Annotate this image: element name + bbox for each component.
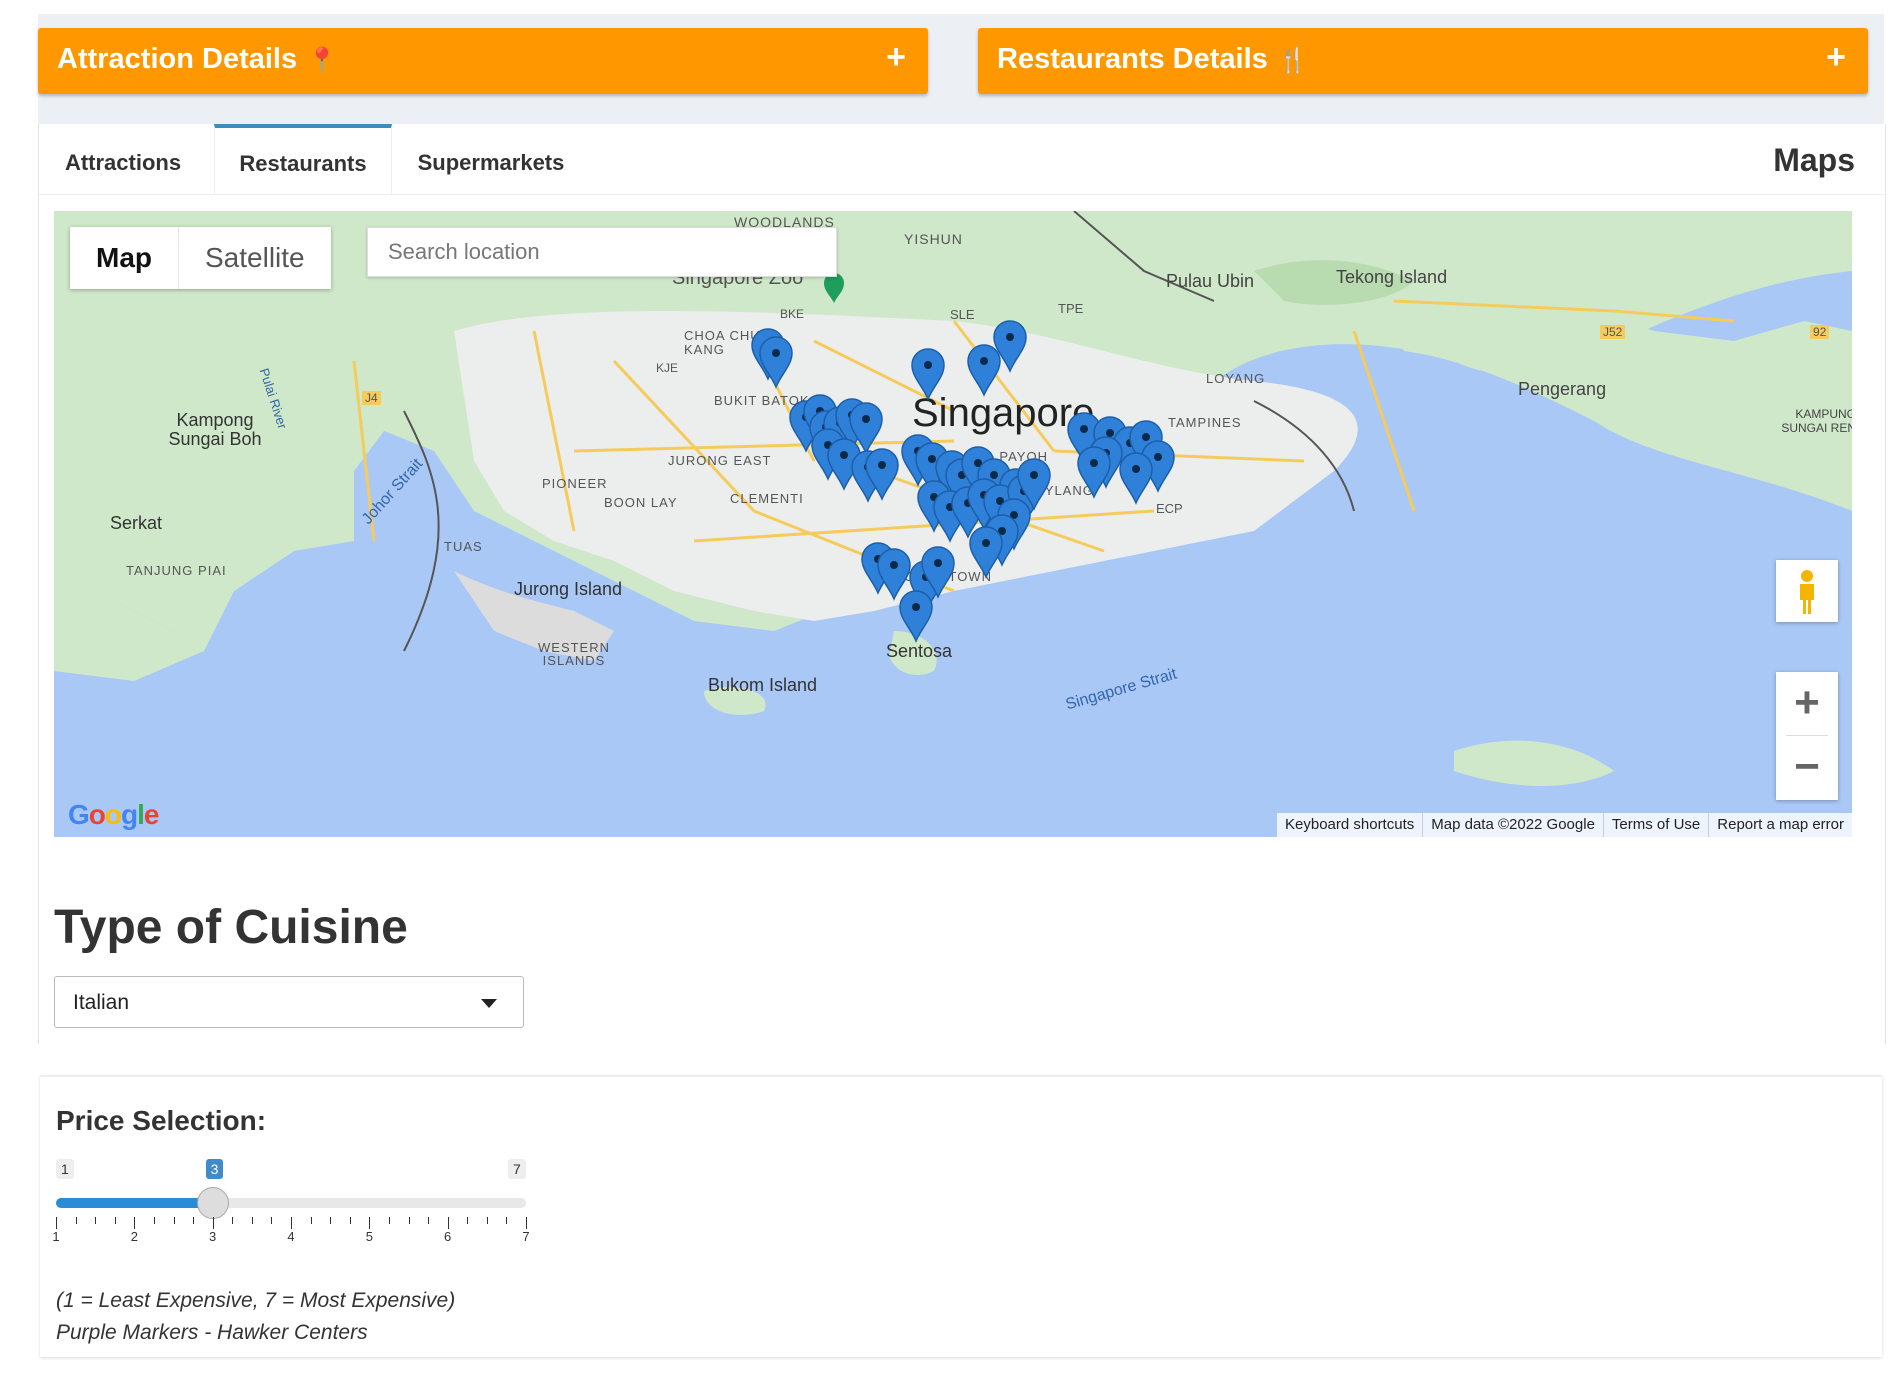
slider-tick	[134, 1217, 136, 1229]
expand-attraction-button[interactable]: +	[886, 38, 906, 77]
restaurant-marker-icon[interactable]	[1077, 446, 1111, 499]
slider-tick-label: 5	[365, 1229, 373, 1244]
slider-tick	[251, 1217, 253, 1224]
zoo-marker-icon[interactable]	[824, 273, 844, 303]
slider-tick	[486, 1217, 488, 1224]
slider-tick-label: 1	[52, 1229, 60, 1244]
slider-tick	[75, 1217, 77, 1224]
slider-tick	[95, 1217, 97, 1224]
cuisine-heading: Type of Cuisine	[54, 901, 408, 954]
slider-tick-label: 4	[287, 1229, 295, 1244]
pegman-icon[interactable]	[1776, 560, 1838, 622]
price-heading: Price Selection:	[56, 1105, 267, 1136]
restaurant-markers	[751, 273, 1175, 643]
slider-tick	[428, 1217, 430, 1224]
slider-tick	[349, 1217, 351, 1224]
slider-tick	[56, 1217, 57, 1229]
restaurants-details-title: Restaurants Details 🍴	[997, 43, 1308, 75]
slider-min-label: 1	[56, 1159, 74, 1179]
zoom-out-button[interactable]: −	[1776, 736, 1838, 800]
slider-tick-label: 7	[522, 1229, 530, 1244]
restaurant-marker-icon[interactable]	[911, 348, 945, 401]
attraction-details-box[interactable]: Attraction Details 📍 +	[38, 28, 928, 94]
tab-restaurants[interactable]: Restaurants	[214, 124, 392, 194]
google-logo: Google	[68, 799, 159, 830]
price-scale-note: (1 = Least Expensive, 7 = Most Expensive…	[56, 1289, 456, 1312]
slider-tick	[153, 1217, 155, 1224]
slider-fill	[56, 1198, 213, 1208]
slider-tick	[447, 1217, 449, 1229]
slider-tick	[369, 1217, 371, 1229]
map-type-satellite-button[interactable]: Satellite	[178, 227, 331, 289]
restaurant-marker-icon[interactable]	[759, 336, 793, 389]
keyboard-shortcuts-link[interactable]: Keyboard shortcuts	[1277, 813, 1422, 837]
tab-bar: Attractions Restaurants Supermarkets Map…	[39, 124, 1885, 195]
map-type-map-button[interactable]: Map	[70, 227, 178, 289]
slider-tick	[408, 1217, 410, 1224]
restaurant-marker-icon[interactable]	[967, 344, 1001, 397]
pin-icon: 📍	[307, 47, 337, 74]
tab-attractions[interactable]: Attractions	[39, 124, 207, 194]
marker-legend-note: Purple Markers - Hawker Centers	[56, 1321, 368, 1344]
chevron-down-icon	[481, 999, 497, 1008]
slider-tick-label: 6	[444, 1229, 452, 1244]
expand-restaurants-button[interactable]: +	[1826, 38, 1846, 77]
zoom-in-button[interactable]: +	[1776, 672, 1838, 736]
zoom-control: + −	[1776, 672, 1838, 800]
price-panel: Price Selection: 1 3 7 1 2 3 4 5 6 7 (1 = Leas…	[40, 1075, 1882, 1357]
price-slider[interactable]	[56, 1187, 526, 1219]
slider-max-label: 7	[508, 1159, 526, 1179]
attraction-details-title: Attraction Details 📍	[57, 43, 337, 75]
restaurants-details-box[interactable]: Restaurants Details 🍴 +	[978, 28, 1868, 94]
slider-tick	[506, 1217, 508, 1224]
map-footer: Keyboard shortcuts Map data ©2022 Google…	[1277, 813, 1852, 837]
slider-tick	[232, 1217, 234, 1224]
restaurant-marker-icon[interactable]	[1119, 452, 1153, 505]
slider-handle[interactable]	[196, 1187, 229, 1219]
google-map[interactable]: WOODLANDS YISHUN Singapore Zoo Pulau Ubi…	[54, 211, 1852, 837]
slider-tick	[271, 1217, 273, 1224]
slider-tick	[310, 1217, 312, 1224]
cuisine-select[interactable]: Italian	[54, 976, 524, 1028]
cuisine-selected-value: Italian	[73, 991, 130, 1014]
slider-tick	[173, 1217, 175, 1224]
fork-knife-icon: 🍴	[1277, 47, 1308, 74]
slider-tick	[467, 1217, 469, 1224]
tab-supermarkets[interactable]: Supermarkets	[396, 124, 586, 194]
report-map-error-link[interactable]: Report a map error	[1708, 813, 1852, 837]
slider-tick	[212, 1217, 214, 1229]
slider-tick	[114, 1217, 116, 1224]
maps-title: Maps	[1773, 142, 1855, 178]
slider-tick	[330, 1217, 332, 1224]
slider-tick	[193, 1217, 195, 1224]
map-data-attribution: Map data ©2022 Google	[1422, 813, 1603, 837]
terms-of-use-link[interactable]: Terms of Use	[1602, 813, 1708, 837]
restaurant-marker-icon[interactable]	[877, 548, 911, 601]
slider-value-label: 3	[205, 1159, 224, 1179]
slider-tick	[388, 1217, 390, 1224]
search-location-input[interactable]	[367, 227, 837, 277]
restaurant-marker-icon[interactable]	[969, 526, 1003, 579]
map-type-control: Map Satellite	[70, 227, 331, 289]
slider-tick-label: 2	[130, 1229, 138, 1244]
slider-tick	[526, 1217, 527, 1229]
slider-tick-label: 3	[209, 1229, 217, 1244]
restaurant-marker-icon[interactable]	[899, 590, 933, 643]
slider-tick	[291, 1217, 292, 1229]
